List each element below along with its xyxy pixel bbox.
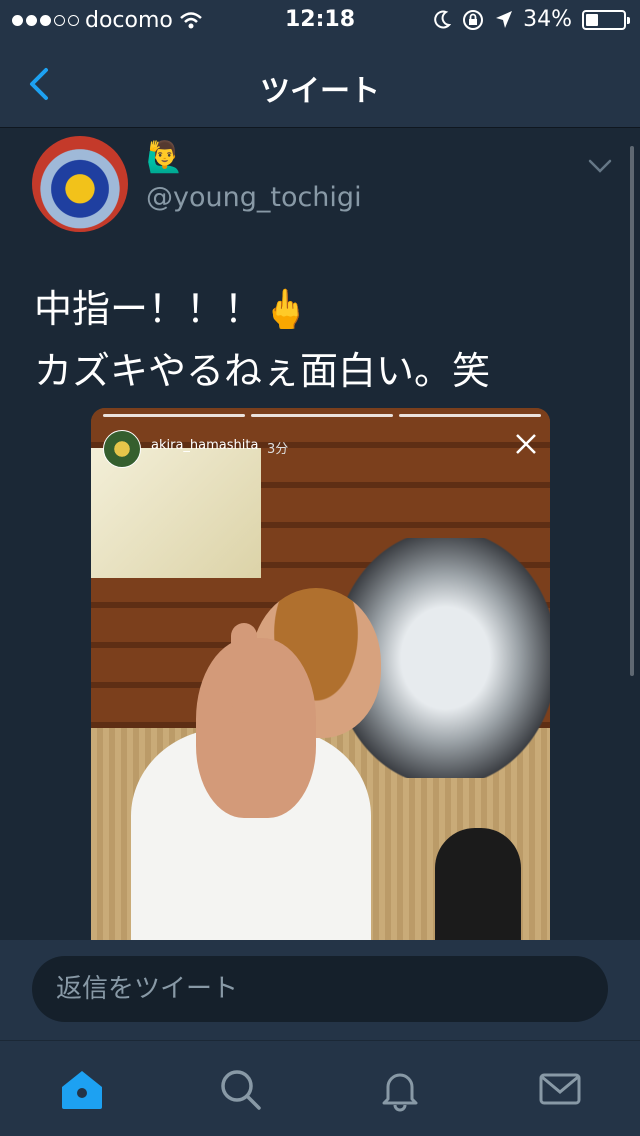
story-progress-segment	[251, 414, 393, 417]
battery-percent: 34%	[523, 7, 572, 32]
location-arrow-icon	[496, 10, 513, 28]
chevron-down-icon[interactable]	[588, 158, 612, 174]
story-progress	[103, 414, 541, 417]
user-handle[interactable]: @young_tochigi	[146, 182, 362, 213]
close-icon	[516, 434, 536, 454]
display-name-emoji: 🙋‍♂️	[146, 140, 184, 175]
navigation-bar: ツイート	[0, 40, 640, 128]
battery-level	[586, 13, 599, 26]
tab-bar	[0, 1040, 640, 1136]
rotation-lock-icon	[463, 9, 484, 30]
bell-icon[interactable]	[376, 1065, 424, 1113]
tweet-text-line-1: 中指ー！！！🖕	[34, 287, 310, 331]
story-username: akira_hamashita	[151, 438, 259, 453]
media-finger	[231, 623, 257, 713]
moon-icon	[434, 10, 452, 28]
media-speaker	[435, 828, 521, 940]
avatar[interactable]	[32, 136, 128, 232]
scrollbar[interactable]	[630, 146, 634, 676]
tweet-detail-screen: docomo 12:18 34%	[0, 0, 640, 1136]
tweet-media-image[interactable]: akira_hamashita 3分	[91, 408, 550, 940]
envelope-icon[interactable]	[536, 1065, 584, 1113]
battery-icon	[582, 9, 630, 30]
page-title: ツイート	[260, 74, 380, 109]
story-progress-segment	[399, 414, 541, 417]
story-avatar	[103, 430, 141, 468]
search-icon[interactable]	[216, 1065, 264, 1113]
story-progress-segment	[103, 414, 245, 417]
status-right: 34%	[433, 7, 630, 32]
reply-input[interactable]: 返信をツイート	[32, 956, 608, 1022]
reply-bar: 返信をツイート	[0, 940, 640, 1040]
tweet-card: 🙋‍♂️ @young_tochigi 中指ー！！！🖕 カズキやるねぇ面白い。笑…	[0, 128, 640, 940]
story-time: 3分	[267, 442, 289, 457]
status-bar: docomo 12:18 34%	[0, 0, 640, 40]
media-window	[91, 448, 261, 578]
tweet-text-line-2: カズキやるねぇ面白い。笑	[34, 349, 491, 393]
home-icon[interactable]	[58, 1065, 106, 1113]
